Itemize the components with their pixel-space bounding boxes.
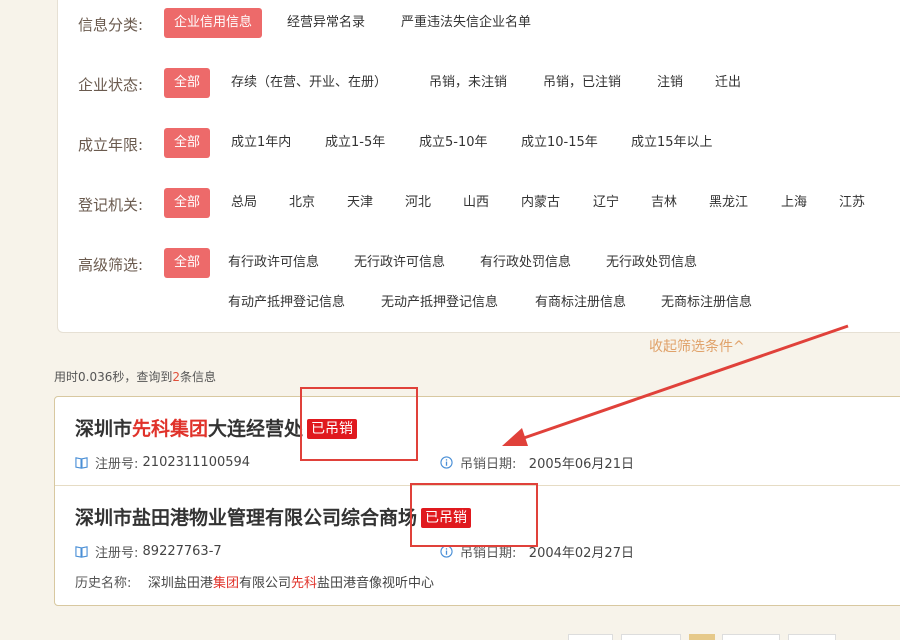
pagination-next[interactable] <box>788 634 836 640</box>
filter-label-authority: 登记机关: <box>78 196 144 214</box>
filter-panel: 信息分类: 企业信用信息 经营异常名录 严重违法失信企业名单 企业状态: 全部 … <box>57 0 900 333</box>
filter-authority-general[interactable]: 总局 <box>231 188 257 218</box>
result-card[interactable]: 深圳市先科集团大连经营处 已吊销 注册号: 2102311100594 吊销日期:… <box>55 397 900 485</box>
filter-authority-liaoning[interactable]: 辽宁 <box>593 188 619 218</box>
filter-status-cancelled[interactable]: 注销 <box>657 68 683 98</box>
history-highlight: 集团 <box>212 576 239 591</box>
filter-advanced-all[interactable]: 全部 <box>164 248 211 278</box>
company-name-part: 深圳市 <box>75 418 133 440</box>
filter-authority-jiangsu[interactable]: 江苏 <box>839 188 865 218</box>
reg-value: 89227763-7 <box>142 544 222 559</box>
filter-status-moved-out[interactable]: 迁出 <box>715 68 741 98</box>
filter-category-abnormal[interactable]: 经营异常名录 <box>287 8 365 38</box>
reg-label: 注册号: <box>95 546 139 561</box>
date-label: 吊销日期: <box>460 457 517 472</box>
company-name-part: 大连经营处 <box>208 418 304 440</box>
pagination-page[interactable] <box>621 634 681 640</box>
filter-years-10-15[interactable]: 成立10-15年 <box>521 128 598 158</box>
info-icon <box>440 456 453 469</box>
history-label: 历史名称: <box>75 576 132 591</box>
filter-authority-all[interactable]: 全部 <box>164 188 211 218</box>
date-value: 2004年02月27日 <box>528 546 634 561</box>
filter-status-revoked-cancelled[interactable]: 吊销，已注销 <box>543 68 621 98</box>
filter-authority-neimenggu[interactable]: 内蒙古 <box>521 188 560 218</box>
history-part: 盐田港音像视听中心 <box>316 576 434 591</box>
filter-label-status: 企业状态: <box>78 76 144 94</box>
filter-label-years: 成立年限: <box>78 136 144 154</box>
filter-advanced-no-license[interactable]: 无行政许可信息 <box>354 248 445 278</box>
stats-count: 2 <box>172 370 180 384</box>
filter-status-revoked-not-cancelled[interactable]: 吊销，未注销 <box>429 68 507 98</box>
filter-advanced-has-mortgage[interactable]: 有动产抵押登记信息 <box>228 288 345 318</box>
annotation-box <box>300 387 418 461</box>
filter-advanced-has-license[interactable]: 有行政许可信息 <box>228 248 319 278</box>
company-name-highlight: 先科集团 <box>132 418 209 440</box>
history-highlight: 先科 <box>290 576 317 591</box>
reg-number: 注册号: 2102311100594 <box>75 453 250 472</box>
stats-suffix: 条信息 <box>180 370 217 384</box>
annotation-box <box>410 483 538 547</box>
filter-years-5-10[interactable]: 成立5-10年 <box>419 128 488 158</box>
reg-label: 注册号: <box>95 457 139 472</box>
collapse-filters-link[interactable]: 收起筛选条件^ <box>649 336 745 356</box>
filter-authority-tianjin[interactable]: 天津 <box>347 188 373 218</box>
filter-years-1[interactable]: 成立1年内 <box>231 128 291 158</box>
revoke-date: 吊销日期: 2005年06月21日 <box>440 453 634 472</box>
book-icon <box>75 457 88 469</box>
filter-status-active[interactable]: 存续（在营、开业、在册） <box>231 68 387 98</box>
filter-authority-beijing[interactable]: 北京 <box>289 188 315 218</box>
date-value: 2005年06月21日 <box>528 457 634 472</box>
filter-advanced-no-penalty[interactable]: 无行政处罚信息 <box>606 248 697 278</box>
filter-years-15plus[interactable]: 成立15年以上 <box>631 128 713 158</box>
filter-years-1-5[interactable]: 成立1-5年 <box>325 128 385 158</box>
filter-authority-heilongjiang[interactable]: 黑龙江 <box>709 188 748 218</box>
history-part: 有限公司 <box>238 576 291 591</box>
book-icon <box>75 546 88 558</box>
filter-authority-jilin[interactable]: 吉林 <box>651 188 677 218</box>
filter-advanced-no-mortgage[interactable]: 无动产抵押登记信息 <box>381 288 498 318</box>
filter-advanced-has-trademark[interactable]: 有商标注册信息 <box>535 288 626 318</box>
history-name: 历史名称: 深圳盐田港 集团 有限公司 先科 盐田港音像视听中心 <box>75 572 434 591</box>
filter-label-advanced: 高级筛选: <box>78 256 144 274</box>
filter-authority-shanxi[interactable]: 山西 <box>463 188 489 218</box>
pagination-prev[interactable] <box>568 634 613 640</box>
pagination-current[interactable] <box>689 634 715 640</box>
filter-years-all[interactable]: 全部 <box>164 128 211 158</box>
filter-category-blacklist[interactable]: 严重违法失信企业名单 <box>401 8 531 38</box>
pagination-page[interactable] <box>722 634 780 640</box>
reg-number: 注册号: 89227763-7 <box>75 542 222 561</box>
filter-label-category: 信息分类: <box>78 16 144 34</box>
filter-authority-hebei[interactable]: 河北 <box>405 188 431 218</box>
filter-authority-shanghai[interactable]: 上海 <box>781 188 807 218</box>
history-part: 深圳盐田港 <box>147 576 213 591</box>
filter-category-credit[interactable]: 企业信用信息 <box>164 8 263 38</box>
filter-status-all[interactable]: 全部 <box>164 68 211 98</box>
filter-advanced-no-trademark[interactable]: 无商标注册信息 <box>661 288 752 318</box>
search-stats: 用时0.036秒，查询到2条信息 <box>54 368 216 385</box>
reg-value: 2102311100594 <box>142 455 251 470</box>
company-name: 深圳市盐田港物业管理有限公司综合商场 <box>75 507 418 529</box>
filter-advanced-has-penalty[interactable]: 有行政处罚信息 <box>480 248 571 278</box>
stats-prefix: 用时0.036秒，查询到 <box>54 370 173 384</box>
